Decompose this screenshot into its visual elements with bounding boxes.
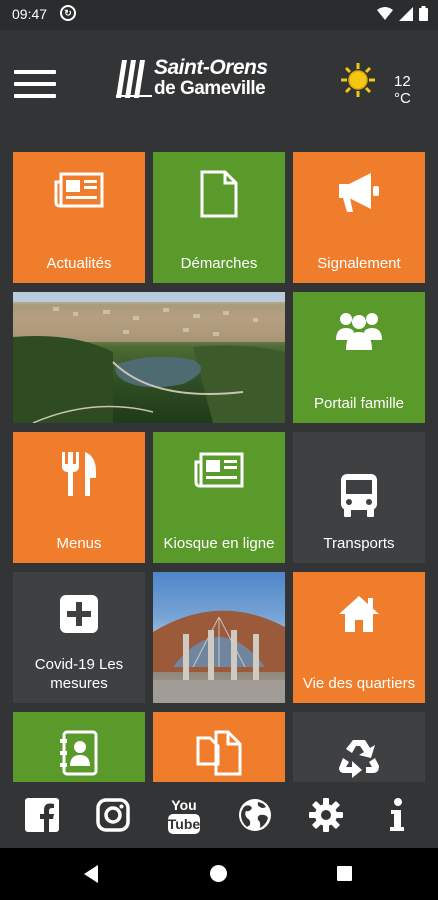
tile-label: Transports: [323, 535, 395, 552]
tile-contacts[interactable]: [13, 712, 145, 782]
tile-label: Démarches: [180, 255, 258, 272]
instagram-button[interactable]: [88, 790, 138, 840]
status-bar: 09:47 ↻: [0, 0, 438, 30]
signal-icon: [399, 6, 413, 21]
bus-icon: [341, 474, 377, 517]
tile-vie-quartiers[interactable]: Vie des quartiers: [293, 572, 425, 703]
settings-icon: [308, 798, 343, 832]
building-photo[interactable]: [153, 572, 285, 703]
tile-label: Signalement: [317, 255, 401, 272]
tile-menus[interactable]: Menus: [13, 432, 145, 563]
tile-transports[interactable]: Transports: [293, 432, 425, 563]
aerial-photo-illustration: [13, 292, 285, 423]
plus-icon: [60, 595, 98, 633]
bottom-nav: You Tube: [0, 782, 438, 848]
settings-button[interactable]: [301, 790, 351, 840]
youtube-icon: You Tube: [167, 797, 200, 834]
info-icon: [389, 798, 404, 831]
document-icon: [200, 170, 238, 218]
tile-recyclage[interactable]: [293, 712, 425, 782]
tile-label: Vie des quartiers: [302, 675, 416, 692]
recents-button[interactable]: [337, 866, 352, 881]
logo-line2: de Gameville: [154, 78, 266, 99]
newspaper-icon: [194, 452, 244, 488]
documents-icon: [196, 730, 242, 776]
contacts-icon: [60, 730, 98, 776]
weather-widget[interactable]: 12 °C: [340, 62, 430, 107]
recycle-icon: [339, 740, 379, 778]
tile-label: Menus: [56, 535, 102, 552]
building-photo-illustration: [153, 610, 285, 703]
newspaper-icon: [54, 172, 104, 208]
tile-grid: Actualités Démarches Signalement Portail…: [13, 152, 425, 782]
tile-label: Kiosque en ligne: [163, 535, 275, 552]
app-header: Saint-Orens de Gameville 12 °C: [0, 30, 438, 140]
youtube-line1: You: [171, 797, 196, 813]
back-button[interactable]: [84, 865, 98, 883]
menu-icon[interactable]: [14, 70, 56, 100]
tile-label: Actualités: [46, 255, 112, 272]
fork-knife-icon: [62, 452, 96, 496]
instagram-icon: [95, 798, 130, 832]
family-icon: [336, 313, 382, 350]
sun-icon: [341, 63, 375, 97]
tile-actualites[interactable]: Actualités: [13, 152, 145, 283]
tile-signalement[interactable]: Signalement: [293, 152, 425, 283]
tile-portail-famille[interactable]: Portail famille: [293, 292, 425, 423]
website-button[interactable]: [230, 790, 280, 840]
megaphone-icon: [339, 173, 379, 212]
globe-icon: [238, 799, 271, 831]
facebook-icon: [24, 798, 59, 832]
sync-icon: ↻: [60, 5, 76, 21]
wifi-icon: [377, 6, 393, 20]
youtube-button[interactable]: You Tube: [159, 790, 209, 840]
home-button[interactable]: [210, 865, 227, 882]
logo-line1: Saint-Orens: [154, 56, 268, 79]
logo-bars-icon: [116, 60, 152, 98]
aerial-town-photo[interactable]: [13, 292, 285, 423]
tile-demarches[interactable]: Démarches: [153, 152, 285, 283]
tile-covid[interactable]: Covid-19 Les mesures: [13, 572, 145, 703]
app-logo: Saint-Orens de Gameville: [116, 56, 286, 106]
system-nav-bar: [0, 848, 438, 900]
info-button[interactable]: [372, 790, 422, 840]
status-icons: [377, 6, 428, 21]
house-icon: [339, 596, 379, 632]
facebook-button[interactable]: [17, 790, 67, 840]
battery-icon: [419, 6, 428, 21]
tile-kiosque[interactable]: Kiosque en ligne: [153, 432, 285, 563]
tile-label: Portail famille: [313, 395, 405, 412]
temperature: 12 °C: [394, 73, 411, 107]
tile-documents[interactable]: [153, 712, 285, 782]
youtube-line2: Tube: [167, 816, 200, 832]
status-time: 09:47: [12, 6, 48, 22]
tile-label: Covid-19 Les mesures: [34, 656, 124, 692]
